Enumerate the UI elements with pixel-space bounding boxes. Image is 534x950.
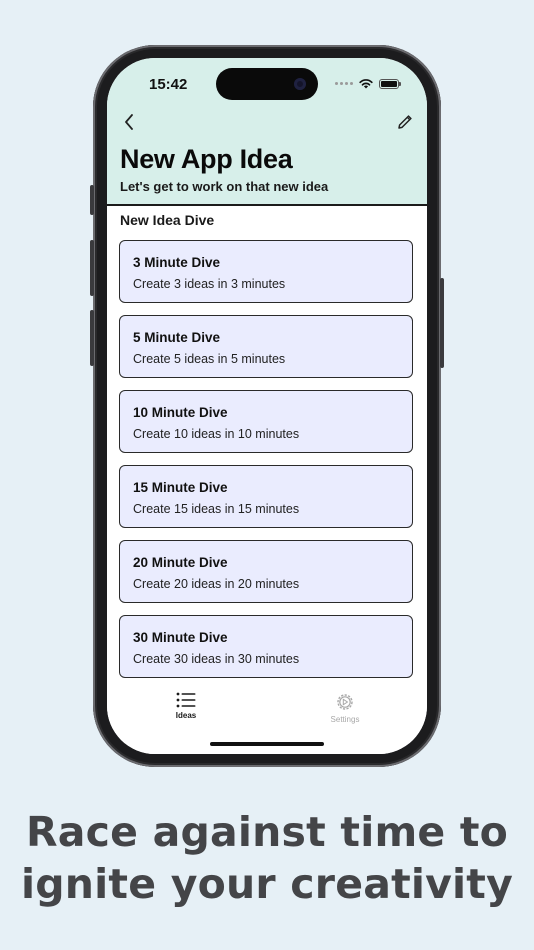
home-indicator[interactable] bbox=[210, 742, 324, 746]
dive-description: Create 10 ideas in 10 minutes bbox=[133, 427, 300, 441]
dive-card-15-minute[interactable]: 15 Minute Dive Create 15 ideas in 15 min… bbox=[119, 465, 413, 528]
phone-frame: 15:42 New App Idea Let's get to work on … bbox=[90, 45, 444, 767]
tab-label: Ideas bbox=[175, 711, 197, 720]
dive-description: Create 3 ideas in 3 minutes bbox=[133, 277, 286, 291]
page-subtitle: Let's get to work on that new idea bbox=[120, 179, 329, 194]
app-screen: 15:42 New App Idea Let's get to work on … bbox=[107, 58, 427, 754]
status-time: 15:42 bbox=[149, 76, 188, 93]
caption-line-1: Race against time to bbox=[25, 808, 509, 856]
dive-title: 3 Minute Dive bbox=[133, 255, 221, 270]
tab-ideas[interactable]: Ideas bbox=[151, 692, 221, 720]
section-title: New Idea Dive bbox=[120, 212, 215, 228]
caption-line-2: ignite your creativity bbox=[20, 860, 514, 908]
volume-down-button bbox=[90, 310, 94, 366]
dive-card-5-minute[interactable]: 5 Minute Dive Create 5 ideas in 5 minute… bbox=[119, 315, 413, 378]
power-button bbox=[440, 278, 444, 368]
dive-title: 30 Minute Dive bbox=[133, 630, 228, 645]
volume-up-button bbox=[90, 240, 94, 296]
tab-label: Settings bbox=[330, 715, 360, 724]
dive-card-3-minute[interactable]: 3 Minute Dive Create 3 ideas in 3 minute… bbox=[119, 240, 413, 303]
dive-description: Create 30 ideas in 30 minutes bbox=[133, 652, 300, 666]
cellular-dots-icon bbox=[335, 82, 353, 85]
dive-description: Create 5 ideas in 5 minutes bbox=[133, 352, 286, 366]
dive-title: 10 Minute Dive bbox=[133, 405, 228, 420]
dive-description: Create 15 ideas in 15 minutes bbox=[133, 502, 300, 516]
action-button bbox=[90, 185, 94, 215]
gear-icon bbox=[337, 694, 353, 710]
tab-settings[interactable]: Settings bbox=[310, 692, 380, 724]
camera-icon bbox=[294, 78, 306, 90]
dive-title: 20 Minute Dive bbox=[133, 555, 228, 570]
back-button[interactable] bbox=[117, 110, 141, 134]
header: 15:42 New App Idea Let's get to work on … bbox=[107, 58, 427, 206]
battery-icon bbox=[379, 78, 401, 89]
dive-title: 5 Minute Dive bbox=[133, 330, 221, 345]
list-icon bbox=[176, 692, 196, 708]
dynamic-island bbox=[216, 68, 318, 100]
page-title: New App Idea bbox=[120, 144, 293, 174]
marketing-caption: Race against time to ignite your creativ… bbox=[0, 806, 534, 910]
dive-title: 15 Minute Dive bbox=[133, 480, 228, 495]
dive-card-20-minute[interactable]: 20 Minute Dive Create 20 ideas in 20 min… bbox=[119, 540, 413, 603]
chevron-left-icon bbox=[125, 114, 133, 130]
dive-card-30-minute[interactable]: 30 Minute Dive Create 30 ideas in 30 min… bbox=[119, 615, 413, 678]
dive-description: Create 20 ideas in 20 minutes bbox=[133, 577, 300, 591]
wifi-icon bbox=[359, 79, 373, 89]
edit-button[interactable] bbox=[393, 110, 417, 134]
status-icons bbox=[335, 78, 401, 89]
pencil-icon bbox=[398, 115, 412, 129]
dive-list: 3 Minute Dive Create 3 ideas in 3 minute… bbox=[119, 240, 413, 690]
dive-card-10-minute[interactable]: 10 Minute Dive Create 10 ideas in 10 min… bbox=[119, 390, 413, 453]
